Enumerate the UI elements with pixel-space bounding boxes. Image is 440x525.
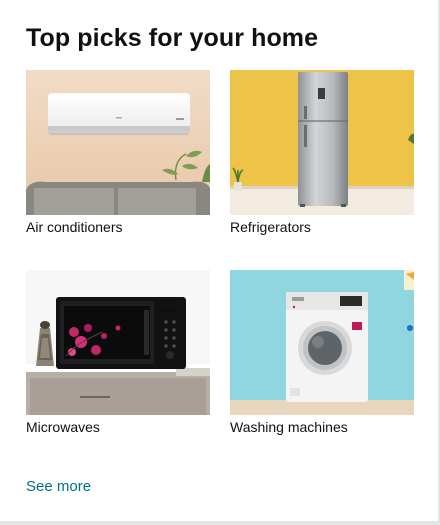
air-conditioner-image[interactable]	[26, 70, 210, 215]
tile-label[interactable]: Refrigerators	[230, 219, 311, 235]
card-title: Top picks for your home	[26, 24, 319, 52]
washing-machine-image[interactable]	[230, 270, 414, 415]
tile-washing-machines[interactable]: Washing machines	[230, 270, 414, 435]
see-more-link[interactable]: See more	[26, 478, 91, 495]
tile-label[interactable]: Microwaves	[26, 419, 100, 435]
top-picks-card: Top picks for your home Air conditioners…	[0, 0, 440, 525]
microwave-image[interactable]	[26, 270, 210, 415]
tile-label[interactable]: Washing machines	[230, 419, 348, 435]
refrigerator-image[interactable]	[230, 70, 414, 215]
tile-air-conditioners[interactable]: Air conditioners	[26, 70, 210, 235]
tile-microwaves[interactable]: Microwaves	[26, 270, 210, 435]
tile-label[interactable]: Air conditioners	[26, 219, 123, 235]
tile-refrigerators[interactable]: Refrigerators	[230, 70, 414, 235]
